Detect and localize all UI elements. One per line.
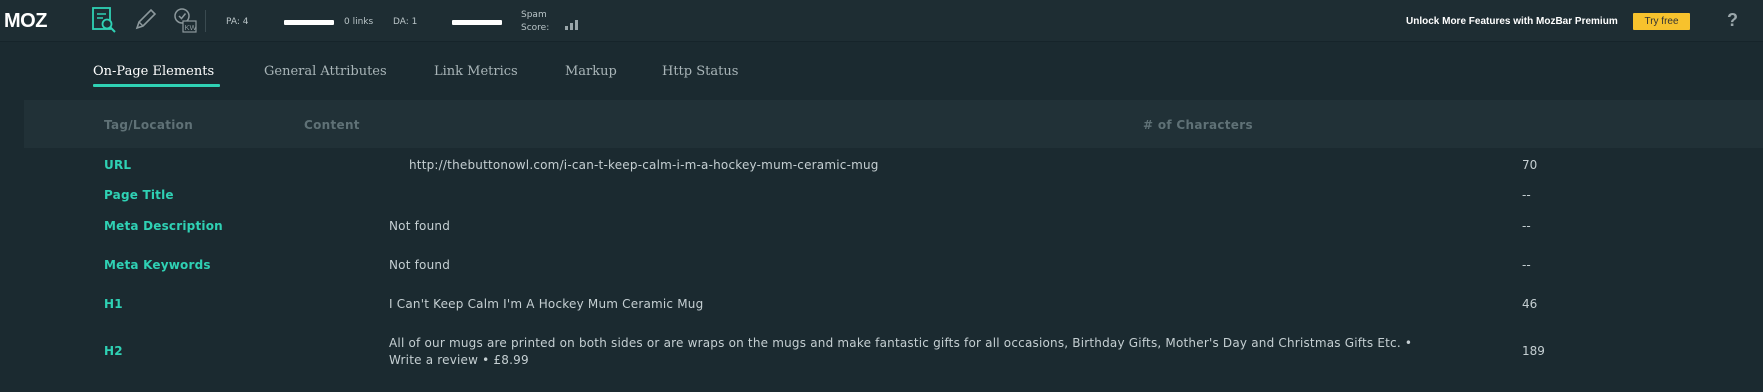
row-content-meta-description: Not found bbox=[389, 219, 451, 233]
tab-bar: On-Page Elements General Attributes Link… bbox=[0, 42, 1763, 100]
spam-score-label: Spam Score: bbox=[521, 9, 561, 35]
moz-logo[interactable]: MOZ bbox=[4, 10, 47, 33]
column-header-content: Content bbox=[304, 118, 360, 132]
row-content-h2: All of our mugs are printed on both side… bbox=[389, 336, 1413, 350]
row-content-url[interactable]: http://thebuttonowl.com/i-can-t-keep-cal… bbox=[409, 158, 879, 172]
row-content-meta-keywords: Not found bbox=[389, 258, 451, 272]
row-tag-meta-keywords: Meta Keywords bbox=[104, 258, 211, 272]
tab-link-metrics[interactable]: Link Metrics bbox=[434, 64, 518, 79]
domain-authority-label: DA: 1 bbox=[393, 17, 418, 27]
domain-authority-bar bbox=[452, 20, 502, 25]
tab-markup[interactable]: Markup bbox=[565, 64, 617, 79]
row-count-meta-description: -- bbox=[1522, 219, 1531, 233]
column-header-tag: Tag/Location bbox=[104, 118, 194, 132]
spam-score-signal-icon[interactable] bbox=[565, 15, 583, 30]
table-header: Tag/Location Content # of Characters bbox=[24, 100, 1763, 148]
row-count-h1: 46 bbox=[1522, 297, 1538, 311]
row-count-url: 70 bbox=[1522, 158, 1538, 172]
spam-label-line1: Spam bbox=[521, 10, 547, 20]
tab-on-page-elements[interactable]: On-Page Elements bbox=[93, 64, 214, 79]
row-tag-page-title: Page Title bbox=[104, 188, 174, 202]
mozbar-toolbar: MOZ KW PA: 4 0 links DA: 1 Spam Score: U… bbox=[0, 0, 1763, 42]
svg-text:KW: KW bbox=[185, 23, 198, 32]
try-free-button[interactable]: Try free bbox=[1633, 13, 1690, 30]
spam-label-line2: Score: bbox=[521, 23, 550, 33]
row-content-h2-line2: Write a review • £8.99 bbox=[389, 353, 529, 367]
help-icon[interactable]: ? bbox=[1727, 10, 1738, 31]
premium-promo-text: Unlock More Features with MozBar Premium bbox=[1406, 16, 1618, 27]
row-count-h2: 189 bbox=[1522, 344, 1545, 358]
row-tag-h1: H1 bbox=[104, 297, 123, 311]
tab-general-attributes[interactable]: General Attributes bbox=[264, 64, 387, 79]
keyword-icon[interactable]: KW bbox=[171, 6, 199, 34]
row-count-meta-keywords: -- bbox=[1522, 258, 1531, 272]
row-tag-h2: H2 bbox=[104, 344, 123, 358]
row-count-page-title: -- bbox=[1522, 188, 1531, 202]
row-tag-url: URL bbox=[104, 158, 132, 172]
toolbar-divider bbox=[205, 10, 206, 32]
page-analysis-icon[interactable] bbox=[90, 6, 118, 34]
page-authority-label: PA: 4 bbox=[226, 17, 249, 27]
page-authority-bar bbox=[284, 20, 334, 25]
row-content-h1: I Can't Keep Calm I'm A Hockey Mum Ceram… bbox=[389, 297, 704, 311]
column-header-characters: # of Characters bbox=[1143, 118, 1253, 132]
row-tag-meta-description: Meta Description bbox=[104, 219, 223, 233]
active-tab-indicator bbox=[93, 84, 220, 87]
tab-http-status[interactable]: Http Status bbox=[662, 64, 738, 79]
links-count[interactable]: 0 links bbox=[344, 17, 373, 27]
highlight-pencil-icon[interactable] bbox=[131, 6, 159, 34]
